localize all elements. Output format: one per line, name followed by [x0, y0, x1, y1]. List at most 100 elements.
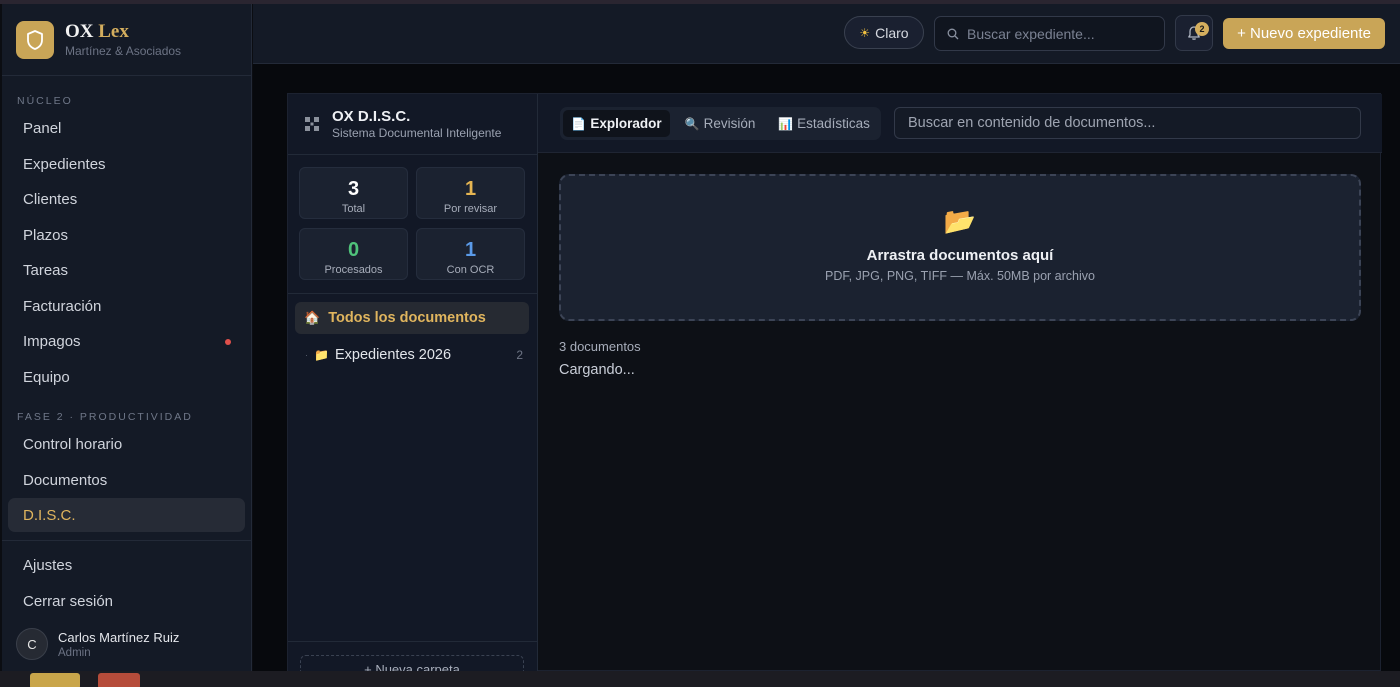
stat-label: Por revisar: [443, 203, 498, 215]
sidebar-item-clientes[interactable]: Clientes: [8, 182, 245, 216]
sidebar-item-documentos[interactable]: Documentos: [8, 463, 245, 497]
house-icon: 🏠: [304, 310, 321, 325]
brand-subtitle: Martínez & Asociados: [65, 43, 182, 58]
stat-card-total: 3 Total: [299, 167, 408, 219]
disc-logo-icon: [305, 117, 319, 131]
sidebar-divider: [2, 540, 252, 541]
section-label-phase2: FASE 2 · PRODUCTIVIDAD: [17, 411, 193, 423]
divider: [288, 641, 537, 642]
user-profile[interactable]: C Carlos Martínez Ruiz Admin: [16, 628, 179, 660]
stat-label: Total: [341, 203, 366, 215]
explorer-toolbar: 📄 Explorador 🔍 Revisión 📊 Estadísticas: [538, 94, 1382, 153]
disc-panel: OX D.I.S.C. Sistema Documental Inteligen…: [287, 93, 1382, 685]
open-folder-icon: 📂: [943, 206, 977, 236]
tree-item-label: Todos los documentos: [328, 310, 486, 326]
notifications-badge: 2: [1195, 22, 1209, 36]
app-window: OX Lex Martínez & Asociados NÚCLEO Panel…: [0, 0, 1400, 687]
stat-card-procesados: 0 Procesados: [299, 228, 408, 280]
dropzone-title: Arrastra documentos aquí: [866, 247, 1054, 264]
sidebar-item-control-horario[interactable]: Control horario: [8, 427, 245, 461]
view-tabs: 📄 Explorador 🔍 Revisión 📊 Estadísticas: [560, 107, 881, 140]
dock-app-tile[interactable]: [98, 673, 140, 687]
dock-strip: [0, 671, 1400, 687]
sidebar-item-equipo[interactable]: Equipo: [8, 360, 245, 394]
sidebar-item-label: Documentos: [23, 471, 108, 489]
sidebar-item-label: Control horario: [23, 435, 123, 453]
stat-card-con-ocr: 1 Con OCR: [416, 228, 525, 280]
sidebar: OX Lex Martínez & Asociados NÚCLEO Panel…: [2, 4, 252, 671]
upload-dropzone[interactable]: 📂 Arrastra documentos aquí PDF, JPG, PNG…: [559, 174, 1361, 321]
dock-app-tile[interactable]: [30, 673, 80, 687]
expediente-search[interactable]: [934, 16, 1165, 51]
tree-item-folder[interactable]: · 📁 Expedientes 2026 2: [305, 344, 523, 366]
sun-icon: ☀: [859, 25, 871, 40]
content-search-input[interactable]: [908, 108, 1348, 138]
sidebar-item-label: Panel: [23, 119, 62, 137]
brand-name: OX Lex: [65, 20, 181, 42]
shield-logo-icon: [16, 20, 54, 59]
user-role: Admin: [58, 646, 91, 659]
section-label-core: NÚCLEO: [17, 95, 73, 107]
sidebar-item-label: D.I.S.C.: [23, 506, 76, 524]
folder-icon: 📁: [314, 348, 329, 362]
sidebar-item-label: Tareas: [23, 261, 69, 279]
avatar: C: [16, 628, 48, 660]
tree-bullet-icon: ·: [305, 350, 308, 360]
disc-subtitle: Sistema Documental Inteligente: [332, 126, 502, 140]
sidebar-item-label: Equipo: [23, 368, 70, 386]
divider: [288, 293, 537, 294]
top-header: ☀ Claro 2 + Nuevo expediente: [253, 4, 1400, 64]
tab-label: Revisión: [703, 116, 756, 131]
sidebar-item-label: Expedientes: [23, 155, 106, 173]
tab-label: Estadísticas: [797, 116, 870, 131]
sidebar-item-disc[interactable]: D.I.S.C.: [8, 498, 245, 532]
brand[interactable]: OX Lex Martínez & Asociados: [2, 4, 251, 76]
content-search[interactable]: [894, 107, 1361, 139]
tab-label: Explorador: [590, 116, 662, 131]
expediente-search-input[interactable]: [967, 25, 1147, 42]
alert-dot-icon: [225, 339, 231, 345]
theme-toggle-label: Claro: [875, 24, 909, 41]
tree-item-all-documents[interactable]: 🏠 Todos los documentos: [295, 302, 529, 334]
stat-value: 3: [347, 178, 360, 200]
theme-toggle-button[interactable]: ☀ Claro: [844, 16, 924, 49]
disc-sidebar: OX D.I.S.C. Sistema Documental Inteligen…: [288, 94, 538, 685]
stat-value: 1: [464, 239, 477, 261]
search-icon: [947, 28, 959, 39]
tab-explorador[interactable]: 📄 Explorador: [563, 110, 670, 137]
bar-chart-icon: 📊: [778, 116, 794, 131]
dropzone-subtitle: PDF, JPG, PNG, TIFF — Máx. 50MB por arch…: [825, 269, 1095, 283]
sidebar-item-label: Clientes: [23, 190, 78, 208]
tab-estadisticas[interactable]: 📊 Estadísticas: [770, 110, 878, 137]
notifications-button[interactable]: 2: [1175, 15, 1213, 51]
stat-card-por-revisar: 1 Por revisar: [416, 167, 525, 219]
sidebar-item-plazos[interactable]: Plazos: [8, 218, 245, 252]
brand-name-accent: Lex: [98, 20, 129, 42]
folder-name: Expedientes 2026: [334, 347, 452, 363]
magnifier-icon: 🔍: [684, 116, 700, 131]
sidebar-item-cerrar-sesion[interactable]: Cerrar sesión: [8, 584, 245, 618]
brand-name-prefix: OX: [65, 20, 94, 42]
stat-label: Con OCR: [446, 264, 495, 276]
sidebar-item-label: Facturación: [23, 297, 102, 315]
sidebar-item-label: Impagos: [23, 332, 81, 350]
sidebar-item-label: Plazos: [23, 226, 69, 244]
sidebar-item-impagos[interactable]: Impagos: [8, 324, 245, 358]
loading-status: Cargando...: [559, 362, 635, 378]
tab-revision[interactable]: 🔍 Revisión: [674, 110, 766, 137]
stat-value: 0: [347, 239, 360, 261]
sidebar-item-label: Cerrar sesión: [23, 592, 114, 610]
document-count: 3 documentos: [559, 339, 641, 354]
main-content: OX D.I.S.C. Sistema Documental Inteligen…: [253, 64, 1400, 685]
sidebar-item-tareas[interactable]: Tareas: [8, 253, 245, 287]
sidebar-item-expedientes[interactable]: Expedientes: [8, 147, 245, 181]
disc-explorer: 📄 Explorador 🔍 Revisión 📊 Estadísticas B…: [538, 94, 1382, 672]
sidebar-item-panel[interactable]: Panel: [8, 111, 245, 145]
user-name: Carlos Martínez Ruiz: [58, 629, 180, 645]
new-expediente-button[interactable]: + Nuevo expediente: [1223, 18, 1385, 49]
document-icon: 📄: [571, 116, 587, 131]
stat-value: 1: [464, 178, 477, 200]
sidebar-item-ajustes[interactable]: Ajustes: [8, 548, 245, 582]
sidebar-item-label: Ajustes: [23, 556, 73, 574]
sidebar-item-facturacion[interactable]: Facturación: [8, 289, 245, 323]
